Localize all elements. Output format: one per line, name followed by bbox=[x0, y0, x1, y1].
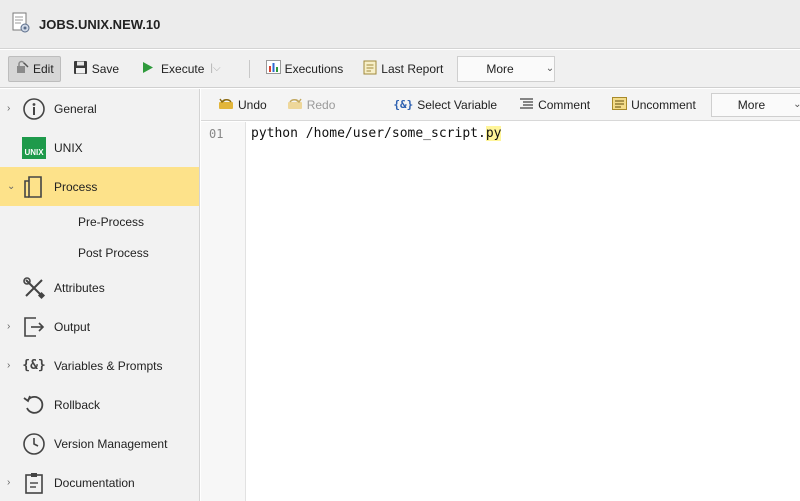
sidebar-item-version-management[interactable]: Version Management bbox=[0, 424, 199, 463]
report-document-icon bbox=[363, 60, 377, 78]
code-line[interactable]: python /home/user/some_script.py bbox=[246, 122, 502, 501]
sidebar-subitem-label: Post Process bbox=[78, 245, 149, 260]
executions-button[interactable]: Executions bbox=[260, 56, 350, 82]
chevron-down-icon: ⌄ bbox=[545, 63, 555, 74]
sidebar-navigation: › General UNIX UNIX ⌄ Process Pre-Proces… bbox=[0, 89, 200, 501]
window-title: JOBS.UNIX.NEW.10 bbox=[39, 16, 161, 32]
sidebar-item-label: Variables & Prompts bbox=[54, 358, 163, 373]
sidebar-item-label: Rollback bbox=[54, 397, 101, 412]
sidebar-item-attributes[interactable]: Attributes bbox=[0, 268, 199, 307]
window-titlebar: JOBS.UNIX.NEW.10 bbox=[0, 0, 800, 49]
more-dropdown[interactable]: More ⌄ bbox=[457, 55, 556, 82]
edit-button[interactable]: Edit bbox=[8, 55, 61, 82]
redo-button[interactable]: Redo bbox=[282, 92, 341, 118]
more-label: More bbox=[486, 61, 514, 76]
sidebar-item-documentation[interactable]: › Documentation bbox=[0, 463, 199, 501]
save-button[interactable]: Save bbox=[67, 56, 125, 82]
sidebar-item-output[interactable]: › Output bbox=[0, 307, 199, 346]
clock-icon bbox=[22, 432, 46, 456]
bar-chart-icon bbox=[265, 60, 281, 77]
chevron-right-icon[interactable]: › bbox=[7, 477, 10, 488]
main-toolbar: Edit Save Execute |⌵ Executions Last Rep… bbox=[0, 50, 800, 88]
code-text: python /home/user/some_script. bbox=[251, 126, 486, 141]
rollback-arrow-icon bbox=[22, 393, 46, 417]
line-number-gutter: 01 bbox=[201, 122, 246, 501]
last-report-button[interactable]: Last Report bbox=[357, 56, 449, 82]
edit-label: Edit bbox=[33, 61, 54, 76]
save-label: Save bbox=[91, 61, 120, 76]
output-export-icon bbox=[22, 315, 46, 339]
uncomment-button[interactable]: Uncomment bbox=[607, 92, 701, 118]
comment-button[interactable]: Comment bbox=[514, 92, 595, 118]
uncomment-label: Uncomment bbox=[631, 97, 696, 112]
line-number: 01 bbox=[209, 127, 224, 141]
redo-label: Redo bbox=[306, 97, 336, 112]
toolbar-divider bbox=[248, 59, 250, 78]
script-editor[interactable]: 01 python /home/user/some_script.py bbox=[201, 122, 800, 501]
sidebar-item-label: Process bbox=[54, 179, 98, 194]
tools-wrench-screwdriver-icon bbox=[22, 276, 46, 300]
chevron-down-icon[interactable]: ⌄ bbox=[7, 181, 15, 192]
last-report-label: Last Report bbox=[381, 61, 444, 76]
undo-label: Undo bbox=[238, 97, 267, 112]
floppy-disk-icon bbox=[73, 60, 88, 78]
execute-dropdown-chevron-icon[interactable]: |⌵ bbox=[210, 63, 220, 74]
play-icon bbox=[141, 61, 154, 77]
select-variable-label: Select Variable bbox=[417, 97, 498, 112]
execute-button[interactable]: Execute |⌵ bbox=[135, 56, 227, 82]
sidebar-item-variables-prompts[interactable]: › {&} Variables & Prompts bbox=[0, 346, 199, 385]
sidebar-item-label: Output bbox=[54, 319, 91, 334]
editor-more-dropdown[interactable]: More ⌄ bbox=[710, 92, 800, 117]
executions-label: Executions bbox=[284, 61, 344, 76]
sidebar-subitem-label: Pre-Process bbox=[78, 214, 145, 229]
unix-logo-icon: UNIX bbox=[22, 136, 46, 160]
info-circle-icon bbox=[22, 97, 46, 121]
variable-braces-icon: {&} bbox=[393, 98, 414, 111]
sidebar-item-label: Version Management bbox=[54, 436, 168, 451]
process-document-icon bbox=[22, 175, 46, 199]
comment-label: Comment bbox=[538, 97, 591, 112]
sidebar-item-label: General bbox=[54, 101, 97, 116]
sidebar-item-unix[interactable]: UNIX UNIX bbox=[0, 128, 199, 167]
chevron-down-icon: ⌄ bbox=[793, 99, 800, 110]
editor-toolbar: Undo Redo {&} Select Variable Comment Un… bbox=[201, 89, 800, 121]
undo-button[interactable]: Undo bbox=[213, 92, 272, 118]
sidebar-item-rollback[interactable]: Rollback bbox=[0, 385, 199, 424]
clipboard-document-icon bbox=[22, 471, 46, 495]
sidebar-item-general[interactable]: › General bbox=[0, 89, 199, 128]
sidebar-item-label: UNIX bbox=[54, 140, 83, 155]
select-variable-button[interactable]: {&} Select Variable bbox=[388, 92, 502, 118]
chevron-right-icon[interactable]: › bbox=[7, 103, 10, 114]
chevron-right-icon[interactable]: › bbox=[7, 321, 10, 332]
job-document-icon bbox=[11, 12, 31, 37]
comment-lines-icon bbox=[519, 97, 534, 113]
unix-badge-text: UNIX bbox=[22, 136, 46, 159]
uncomment-icon bbox=[612, 96, 628, 113]
sidebar-item-process[interactable]: ⌄ Process bbox=[0, 167, 199, 206]
variables-braces-glyph: {&} bbox=[22, 358, 46, 373]
sidebar-subitem-post-process[interactable]: Post Process bbox=[0, 237, 199, 268]
sidebar-subitem-pre-process[interactable]: Pre-Process bbox=[0, 206, 199, 237]
chevron-right-icon[interactable]: › bbox=[7, 360, 10, 371]
sidebar-item-label: Attributes bbox=[54, 280, 105, 295]
lock-edit-icon bbox=[15, 60, 29, 77]
execute-label: Execute bbox=[161, 61, 205, 76]
variables-braces-icon: {&} bbox=[22, 354, 46, 378]
more-label: More bbox=[737, 97, 766, 112]
redo-arrow-icon bbox=[287, 96, 303, 113]
code-highlighted-text: py bbox=[485, 126, 502, 141]
sidebar-item-label: Documentation bbox=[54, 475, 135, 490]
undo-arrow-icon bbox=[218, 96, 234, 113]
